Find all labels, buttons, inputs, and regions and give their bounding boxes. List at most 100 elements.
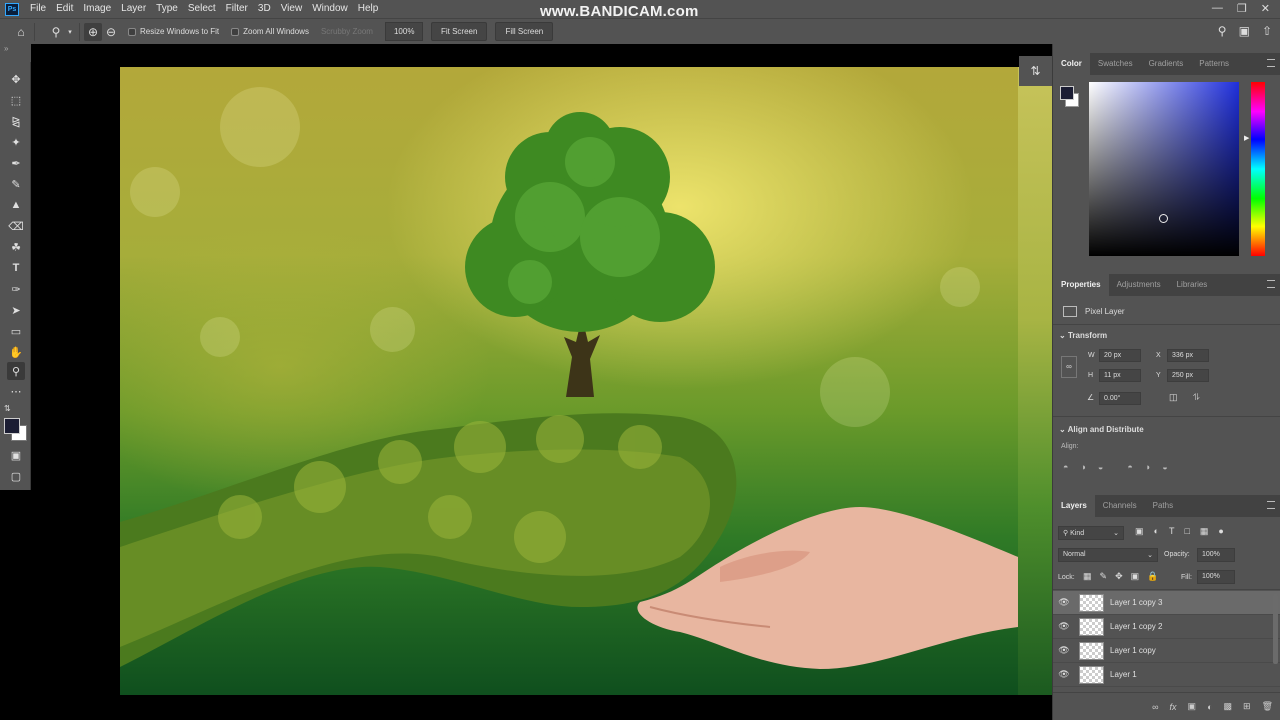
hand-tool-icon[interactable]: ✋ <box>7 343 25 361</box>
lock-transparent-icon[interactable]: ▦ <box>1083 571 1092 582</box>
link-layers-icon[interactable]: ∞ <box>1152 702 1158 712</box>
menu-edit[interactable]: Edit <box>51 0 78 18</box>
menu-layer[interactable]: Layer <box>116 0 151 18</box>
eyedropper-tool-icon[interactable]: ✒ <box>7 154 25 172</box>
layer-row[interactable]: 👁 Layer 1 copy 3 <box>1053 591 1280 615</box>
move-tool-icon[interactable]: ✥ <box>7 70 25 88</box>
layer-row[interactable]: 👁 Layer 1 copy <box>1053 639 1280 663</box>
home-icon[interactable]: ⌂ <box>12 23 30 41</box>
angle-field[interactable]: 0.00° <box>1099 392 1141 405</box>
lock-position-icon[interactable]: ✥ <box>1115 571 1123 582</box>
tab-channels[interactable]: Channels <box>1095 495 1145 517</box>
panel-menu-icon[interactable] <box>1267 501 1275 509</box>
paint-bucket-tool-icon[interactable]: ☘ <box>7 238 25 256</box>
tab-paths[interactable]: Paths <box>1145 495 1181 517</box>
align-bottom-icon[interactable]: ◒ <box>1162 462 1167 472</box>
filter-shape-icon[interactable]: □ <box>1184 526 1189 537</box>
menu-select[interactable]: Select <box>183 0 221 18</box>
filter-pixel-icon[interactable]: ▣ <box>1135 526 1144 537</box>
height-field[interactable]: 11 px <box>1099 369 1141 382</box>
align-center-h-icon[interactable]: ◑ <box>1080 462 1085 472</box>
menu-view[interactable]: View <box>276 0 308 18</box>
chevron-down-icon[interactable]: ▾ <box>65 23 75 41</box>
lasso-tool-icon[interactable]: ⧎ <box>7 112 25 130</box>
panel-menu-icon[interactable] <box>1267 280 1275 288</box>
menu-file[interactable]: File <box>25 0 51 18</box>
menu-type[interactable]: Type <box>151 0 183 18</box>
search-icon[interactable]: ⚲ <box>1218 24 1227 38</box>
history-icon[interactable]: ⇅ <box>1030 64 1040 78</box>
link-dimensions-icon[interactable]: ∞ <box>1061 356 1077 378</box>
filter-smart-object-icon[interactable]: ▦ <box>1200 526 1209 537</box>
restore-icon[interactable]: ❐ <box>1237 2 1247 15</box>
layer-row[interactable]: 👁 Layer 1 copy 2 <box>1053 615 1280 639</box>
color-picker-field[interactable] <box>1089 82 1239 256</box>
align-middle-v-icon[interactable]: ◑ <box>1145 462 1150 472</box>
screen-mode-icon[interactable]: ▢ <box>7 467 25 485</box>
close-icon[interactable]: ✕ <box>1261 2 1270 15</box>
share-icon[interactable]: ⇧ <box>1262 24 1272 38</box>
panel-menu-icon[interactable] <box>1267 59 1275 67</box>
foreground-color-chip[interactable] <box>1060 86 1074 100</box>
path-selection-tool-icon[interactable]: ➤ <box>7 301 25 319</box>
lock-artboard-icon[interactable]: ▣ <box>1131 571 1140 582</box>
align-section-header[interactable]: ⌄ Align and Distribute <box>1059 425 1144 434</box>
filter-toggle-icon[interactable]: ● <box>1218 526 1223 537</box>
visibility-eye-icon[interactable]: 👁 <box>1053 621 1075 632</box>
align-left-icon[interactable]: ◓ <box>1063 462 1068 472</box>
new-group-icon[interactable]: ▩ <box>1224 701 1233 712</box>
marquee-tool-icon[interactable]: ⬚ <box>7 91 25 109</box>
align-top-icon[interactable]: ◓ <box>1127 462 1132 472</box>
hue-slider[interactable] <box>1251 82 1265 256</box>
visibility-eye-icon[interactable]: 👁 <box>1053 597 1075 608</box>
zoom-in-icon[interactable]: ⊕ <box>84 22 102 41</box>
delete-layer-icon[interactable]: 🗑 <box>1262 701 1273 712</box>
rectangle-tool-icon[interactable]: ▭ <box>7 322 25 340</box>
tab-patterns[interactable]: Patterns <box>1191 53 1237 75</box>
more-tools-icon[interactable]: ⋯ <box>7 382 25 400</box>
layer-style-fx-icon[interactable]: fx <box>1170 702 1177 712</box>
type-tool-icon[interactable]: T <box>7 259 25 277</box>
swap-colors-icon[interactable]: ⇅ <box>4 404 11 413</box>
tab-color[interactable]: Color <box>1053 53 1090 75</box>
tab-libraries[interactable]: Libraries <box>1169 274 1216 296</box>
tab-gradients[interactable]: Gradients <box>1141 53 1192 75</box>
tab-swatches[interactable]: Swatches <box>1090 53 1141 75</box>
layer-name[interactable]: Layer 1 copy <box>1110 646 1156 655</box>
zoom-out-icon[interactable]: ⊖ <box>102 23 120 41</box>
new-layer-icon[interactable]: ⊞ <box>1243 701 1251 712</box>
checkbox-box[interactable] <box>231 27 240 36</box>
zoom-tool-icon[interactable]: ⚲ <box>47 23 65 41</box>
tab-layers[interactable]: Layers <box>1053 495 1095 517</box>
layer-filter-kind[interactable]: ⚲ Kind ⌄ <box>1058 526 1124 540</box>
tab-adjustments[interactable]: Adjustments <box>1109 274 1169 296</box>
align-right-icon[interactable]: ◒ <box>1098 462 1103 472</box>
workspace-icon[interactable]: ▣ <box>1239 24 1250 38</box>
eraser-tool-icon[interactable]: ⌫ <box>7 217 25 235</box>
filter-type-icon[interactable]: T <box>1169 526 1175 537</box>
zoom-tool-icon[interactable]: ⚲ <box>7 362 25 380</box>
lock-image-icon[interactable]: ✎ <box>1100 571 1108 582</box>
collapsed-panel-strip[interactable]: ⇅ <box>1019 56 1052 86</box>
quick-mask-icon[interactable]: ▣ <box>7 446 25 464</box>
add-mask-icon[interactable]: ▣ <box>1188 701 1197 712</box>
color-picker-cursor[interactable] <box>1159 214 1168 223</box>
minimize-icon[interactable]: — <box>1212 2 1223 15</box>
opacity-field[interactable]: 100% <box>1197 548 1235 562</box>
menu-3d[interactable]: 3D <box>253 0 276 18</box>
layer-name[interactable]: Layer 1 copy 3 <box>1110 598 1162 607</box>
blend-mode-select[interactable]: Normal ⌄ <box>1058 548 1158 562</box>
width-field[interactable]: 20 px <box>1099 349 1141 362</box>
menu-filter[interactable]: Filter <box>221 0 253 18</box>
menu-image[interactable]: Image <box>78 0 116 18</box>
toolbar-grip[interactable]: » <box>0 44 31 62</box>
transform-section-header[interactable]: ⌄ Transform <box>1059 331 1107 340</box>
foreground-color-swatch[interactable] <box>4 418 20 434</box>
layer-name[interactable]: Layer 1 <box>1110 670 1137 679</box>
y-field[interactable]: 250 px <box>1167 369 1209 382</box>
menu-window[interactable]: Window <box>307 0 353 18</box>
flip-horizontal-icon[interactable]: ◫ <box>1169 392 1178 403</box>
fill-screen-button[interactable]: Fill Screen <box>495 22 554 41</box>
layer-row[interactable]: 👁 Layer 1 <box>1053 663 1280 687</box>
filter-adjustment-icon[interactable]: ◐ <box>1154 526 1159 537</box>
